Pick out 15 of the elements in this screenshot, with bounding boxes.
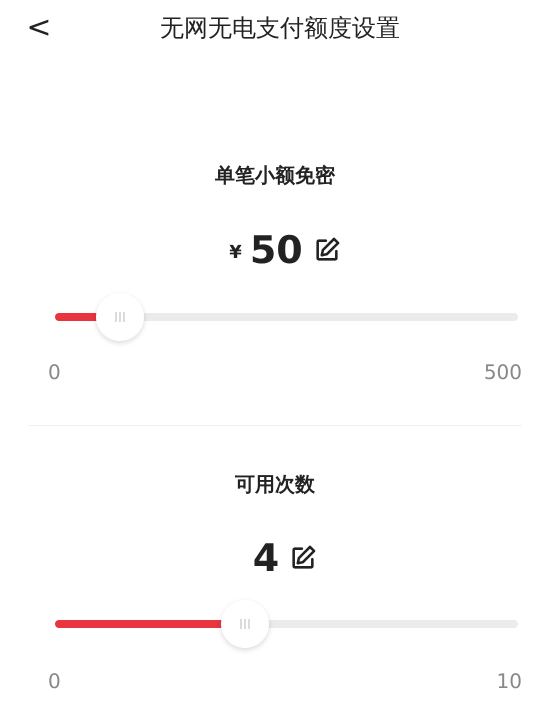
page-title: 无网无电支付额度设置 <box>160 13 400 44</box>
value-text: 50 <box>250 228 303 272</box>
slider-thumb[interactable] <box>220 600 269 648</box>
setting-title: 可用次数 <box>235 471 315 498</box>
currency-symbol: ¥ <box>229 240 242 264</box>
max-label: 500 <box>484 359 522 386</box>
grip-icon <box>238 618 251 630</box>
value-text: 4 <box>252 536 280 580</box>
back-button[interactable]: < <box>24 8 54 48</box>
grip-icon <box>114 311 126 323</box>
slider-thumb[interactable] <box>96 293 144 341</box>
min-label: 0 <box>48 359 61 386</box>
setting-title: 单笔小额免密 <box>215 162 335 189</box>
max-label: 10 <box>496 668 522 695</box>
min-label: 0 <box>48 668 61 695</box>
